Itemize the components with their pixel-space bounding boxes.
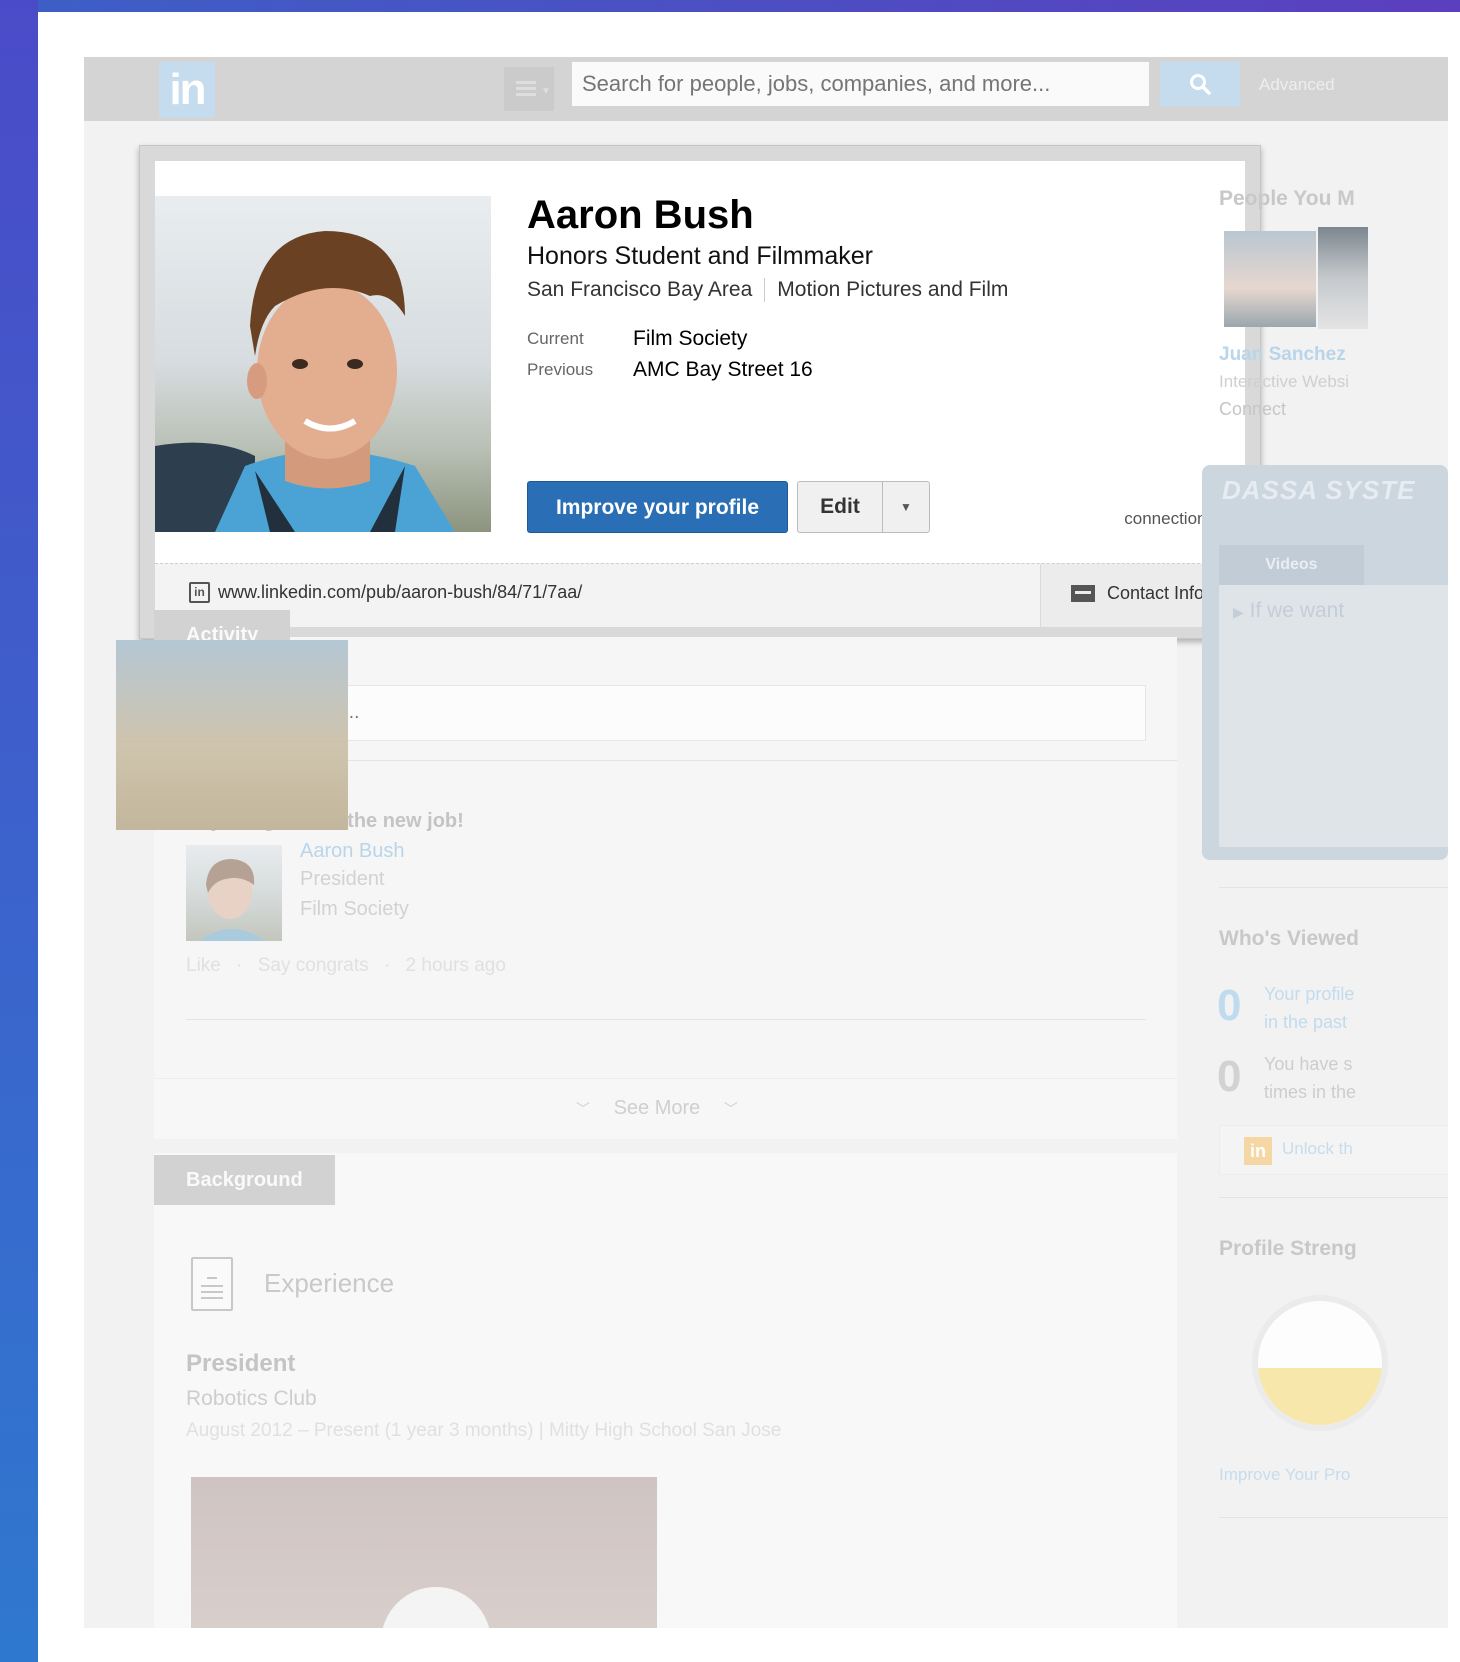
search-input[interactable] (572, 62, 1149, 106)
thumbnail-illustration (200, 859, 266, 941)
ad-video-thumbnail[interactable] (116, 640, 348, 830)
play-icon: ▶ (1233, 604, 1244, 620)
edit-dropdown-button[interactable]: ▼ (882, 481, 930, 533)
chevron-down-icon: ﹀ (576, 1101, 590, 1117)
job-title: President (186, 1350, 296, 1377)
update-person-name[interactable]: Aaron Bush (300, 840, 405, 863)
update-thumbnail[interactable] (186, 845, 282, 941)
like-link[interactable]: Like (186, 955, 221, 976)
profile-photo-illustration (155, 231, 455, 532)
presentation-frame-top (0, 0, 1460, 12)
improve-profile-link[interactable]: Improve Your Pro (1219, 1465, 1350, 1485)
see-more-row: ﹀ See More ﹀ (576, 1097, 738, 1120)
profile-photo[interactable] (155, 196, 491, 532)
profile-strength-title: Profile Streng (1219, 1237, 1357, 1260)
ad-content: ▶ If we want (1219, 585, 1448, 847)
experience-media-image[interactable] (191, 1477, 657, 1628)
job-organization[interactable]: Robotics Club (186, 1387, 317, 1411)
experience-heading: Experience (264, 1268, 395, 1298)
profile-strength-meter[interactable] (1252, 1295, 1388, 1431)
search-icon (1190, 74, 1211, 95)
update-person-title: President (300, 868, 385, 890)
update-actions-row: Like · Say congrats · 2 hours ago (186, 955, 506, 977)
ad-caption-row: ▶ If we want (1233, 599, 1344, 623)
video-ad-module[interactable]: DASSA SYSTE Videos ▶ If we want (1202, 465, 1448, 860)
update-timestamp: 2 hours ago (405, 955, 506, 976)
suggested-person-photo[interactable] (1318, 227, 1368, 329)
divider (764, 278, 766, 303)
profile-card: Aaron Bush Honors Student and Filmmaker … (155, 161, 1246, 627)
contact-info-label: Contact Info (1107, 583, 1205, 603)
chevron-down-icon: ﹀ (723, 1101, 738, 1117)
previous-label: Previous (527, 360, 594, 379)
divider (1219, 1197, 1448, 1198)
people-you-may-know-title: People You M (1219, 187, 1355, 210)
search-appearances-count: 0 (1217, 1052, 1242, 1101)
ad-brand-logo: DASSA SYSTE (1222, 475, 1416, 505)
search-appearances-text-2: times in the (1264, 1082, 1357, 1102)
profile-name: Aaron Bush (527, 193, 754, 237)
divider (1219, 1517, 1448, 1518)
unlock-premium-button[interactable]: in Unlock th (1219, 1125, 1448, 1175)
top-navigation-bar: in ▼ Advanced (84, 57, 1448, 121)
connect-link[interactable]: Connect (1219, 399, 1286, 420)
divider (186, 1019, 1146, 1020)
search-appearances-text-1: You have s (1264, 1054, 1353, 1074)
dot-separator: · (383, 955, 391, 976)
previous-position[interactable]: AMC Bay Street 16 (633, 358, 813, 382)
linkedin-premium-icon: in (1244, 1137, 1272, 1165)
search-button[interactable] (1160, 62, 1240, 106)
ad-caption: If we want (1249, 599, 1345, 622)
dot-separator: · (236, 955, 243, 976)
profile-views-text-1[interactable]: Your profile (1264, 984, 1354, 1005)
see-more-label: See More (613, 1097, 701, 1119)
profile-location[interactable]: San Francisco Bay Area (527, 278, 752, 301)
profile-views-count[interactable]: 0 (1217, 981, 1241, 1031)
unlock-label: Unlock th (1282, 1139, 1353, 1158)
resume-icon (191, 1257, 233, 1311)
location-industry-row: San Francisco Bay Area Motion Pictures an… (527, 278, 1008, 303)
browser-viewport: in ▼ Advanced (84, 57, 1448, 1628)
job-meta: August 2012 – Present (1 year 3 months) … (186, 1420, 782, 1441)
advanced-search-link[interactable]: Advanced (1259, 75, 1335, 95)
tab-videos[interactable]: Videos (1219, 545, 1364, 585)
current-position[interactable]: Film Society (633, 327, 747, 351)
whos-viewed-title: Who's Viewed (1219, 927, 1359, 950)
profile-headline: Honors Student and Filmmaker (527, 242, 873, 270)
business-card-icon (1071, 585, 1095, 602)
profile-views-text-2[interactable]: in the past (1264, 1012, 1347, 1033)
profile-card-footer: in www.linkedin.com/pub/aaron-bush/84/71… (155, 563, 1246, 627)
presentation-frame-left (0, 0, 38, 1662)
profile-strength-fill (1258, 1367, 1382, 1425)
suggested-person-photo[interactable] (1224, 231, 1316, 327)
profile-card-frame: Aaron Bush Honors Student and Filmmaker … (139, 145, 1261, 639)
improve-profile-button[interactable]: Improve your profile (527, 481, 788, 533)
current-label: Current (527, 329, 584, 348)
linkedin-icon: in (189, 582, 210, 603)
linkedin-logo[interactable]: in (159, 62, 215, 118)
background-tab: Background (154, 1155, 335, 1205)
menu-icon[interactable]: ▼ (504, 67, 554, 111)
caret-down-icon: ▼ (900, 500, 912, 514)
suggested-person-desc: Interactive Websi (1219, 372, 1350, 391)
say-congrats-link[interactable]: Say congrats (258, 955, 369, 976)
see-more-bar[interactable]: ﹀ See More ﹀ (154, 1078, 1177, 1139)
divider (1219, 887, 1448, 888)
suggested-person-name[interactable]: Juan Sanchez (1219, 344, 1346, 366)
public-profile-url[interactable]: www.linkedin.com/pub/aaron-bush/84/71/7a… (218, 582, 582, 603)
profile-industry[interactable]: Motion Pictures and Film (777, 278, 1008, 301)
update-person-org[interactable]: Film Society (300, 898, 409, 921)
edit-button[interactable]: Edit (797, 481, 883, 533)
